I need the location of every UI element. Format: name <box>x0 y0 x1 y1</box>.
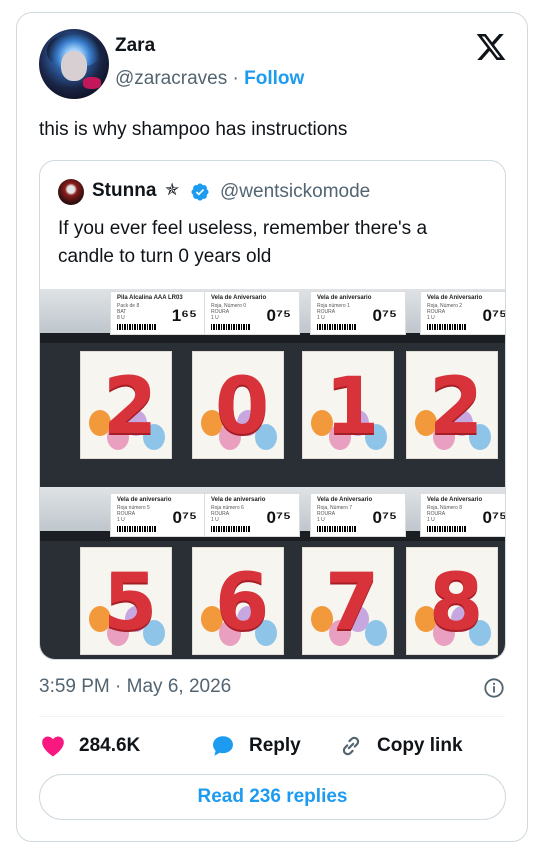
barcode <box>117 526 157 532</box>
author-avatar[interactable] <box>39 29 109 99</box>
candle-box: 7 <box>302 547 394 655</box>
number-candle: 6 <box>215 558 270 648</box>
barcode <box>317 324 357 330</box>
price-tag-price: 0⁷⁵ <box>266 508 291 527</box>
candle-box: 1 <box>302 351 394 459</box>
barcode <box>117 324 157 330</box>
author-name[interactable]: Zara <box>115 35 155 57</box>
price-tag-details: Roja, Número 8 ROURA 1 U <box>427 505 463 523</box>
copy-link-label: Copy link <box>377 735 463 756</box>
candle-box: 2 <box>80 351 172 459</box>
price-tag-details: Roja número 1 ROURA 1 U <box>317 303 350 321</box>
action-bar: 284.6K Reply Copy link <box>39 731 509 761</box>
tweet-photo[interactable]: Pila Alcalina AAA LR03 Pack de 8 BAT 8 U 1… <box>40 289 506 659</box>
price-tag-title: Vela de aniversario <box>211 497 266 503</box>
price-tag: Pila Alcalina AAA LR03 Pack de 8 BAT 8 U 1… <box>110 291 206 335</box>
price-tag-title: Pila Alcalina AAA LR03 <box>117 295 183 301</box>
separator-dot: · <box>232 68 239 89</box>
tweet-text: this is why shampoo has instructions <box>39 119 348 140</box>
barcode <box>427 526 467 532</box>
price-tag: Vela de Aniversario Roja, Número 2 ROURA … <box>420 291 506 335</box>
candle-box: 2 <box>406 351 498 459</box>
barcode <box>427 324 467 330</box>
like-count: 284.6K <box>79 735 141 756</box>
price-tag: Vela de Aniversario Roja, Número 7 ROURA … <box>310 493 406 537</box>
price-tag-details: Roja, Número 2 ROURA 1 U <box>427 303 463 321</box>
x-logo-icon[interactable] <box>475 31 507 63</box>
price-tag: Vela de Aniversario Roja, Número 8 ROURA … <box>420 493 506 537</box>
info-icon[interactable] <box>483 677 505 699</box>
price-tag-title: Vela de Aniversario <box>211 295 267 301</box>
copy-link-button[interactable]: Copy link <box>337 731 463 761</box>
candle-box: 5 <box>80 547 172 655</box>
candle-box: 8 <box>406 547 498 655</box>
price-tag-price: 0⁷⁵ <box>266 306 291 325</box>
read-replies-button[interactable]: Read 236 replies <box>39 774 506 820</box>
barcode <box>211 324 251 330</box>
price-tag: Vela de aniversario Roja número 1 ROURA 1… <box>310 291 406 335</box>
reply-bubble-icon <box>213 736 233 756</box>
price-tag-price: 0⁷⁵ <box>372 306 397 325</box>
candle-box: 6 <box>192 547 284 655</box>
quoted-author-emoji: ✯ <box>165 180 180 199</box>
reply-button[interactable]: Reply <box>209 731 301 761</box>
price-tag-price: 0⁷⁵ <box>172 508 197 527</box>
number-candle: 7 <box>325 558 380 648</box>
link-icon <box>342 736 360 756</box>
barcode <box>211 526 251 532</box>
price-tag: Vela de aniversario Roja número 5 ROURA 1… <box>110 493 206 537</box>
price-tag-details: Roja número 5 ROURA 1 U <box>117 505 150 523</box>
price-tag-details: Roja, Número 7 ROURA 1 U <box>317 505 353 523</box>
price-tag-title: Vela de aniversario <box>117 497 172 503</box>
number-candle: 8 <box>429 558 484 648</box>
price-tag-title: Vela de aniversario <box>317 295 372 301</box>
price-tag-details: Roja número 6 ROURA 1 U <box>211 505 244 523</box>
quoted-tweet-text: If you ever feel useless, remember there… <box>58 218 428 267</box>
price-tag: Vela de aniversario Roja número 6 ROURA 1… <box>204 493 300 537</box>
price-tag-price: 1⁶⁵ <box>171 306 197 325</box>
quoted-tweet[interactable]: Stunna ✯ @wentsickomode If you ever feel… <box>39 160 506 660</box>
number-candle: 2 <box>103 362 158 452</box>
price-tag-price: 0⁷⁵ <box>482 306 506 325</box>
quoted-author-handle: @wentsickomode <box>220 181 371 202</box>
reply-label: Reply <box>249 735 301 756</box>
tweet-timestamp[interactable]: 3:59 PM · May 6, 2026 <box>39 676 231 698</box>
price-tag-price: 0⁷⁵ <box>372 508 397 527</box>
barcode <box>317 526 357 532</box>
price-tag-title: Vela de Aniversario <box>317 497 373 503</box>
divider <box>39 716 505 717</box>
number-candle: 2 <box>429 362 484 452</box>
author-handle-row: @zaracraves · Follow <box>115 68 304 90</box>
quoted-author-avatar <box>58 179 84 205</box>
heart-icon <box>42 736 64 757</box>
price-tag-title: Vela de Aniversario <box>427 295 483 301</box>
number-candle: 0 <box>215 362 270 452</box>
verified-badge-icon <box>191 183 209 201</box>
quoted-author-name: Stunna <box>92 180 157 201</box>
price-tag: Vela de Aniversario Roja, Número 0 ROURA … <box>204 291 300 335</box>
price-tag-details: Roja, Número 0 ROURA 1 U <box>211 303 247 321</box>
author-handle[interactable]: @zaracraves <box>115 68 227 89</box>
candle-box: 0 <box>192 351 284 459</box>
number-candle: 5 <box>103 558 158 648</box>
like-button[interactable]: 284.6K <box>39 731 140 761</box>
number-candle: 1 <box>325 362 380 452</box>
tweet-card: Zara @zaracraves · Follow this is why sh… <box>16 12 528 842</box>
price-tag-price: 0⁷⁵ <box>482 508 506 527</box>
price-tag-details: Pack de 8 BAT 8 U <box>117 303 140 321</box>
follow-button[interactable]: Follow <box>244 68 304 89</box>
price-tag-title: Vela de Aniversario <box>427 497 483 503</box>
